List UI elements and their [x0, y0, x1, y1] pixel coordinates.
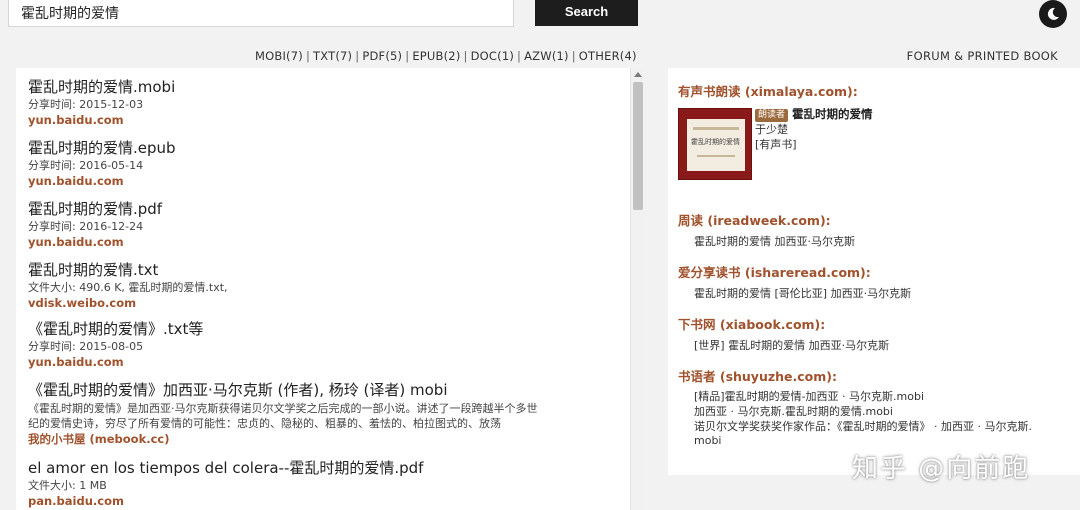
moon-icon [1047, 7, 1059, 20]
xiabook-item[interactable]: [世界] 霍乱时期的爱情 加西亚·马尔克斯 [694, 339, 889, 353]
result-title[interactable]: 《霍乱时期的爱情》.txt等 [28, 320, 203, 338]
result-item[interactable]: 《霍乱时期的爱情》加西亚·马尔克斯 (作者), 杨玲 (译者) mobi 《霍乱… [28, 381, 538, 446]
ireadweek-heading[interactable]: 周读 (ireadweek.com): [678, 210, 831, 229]
filter-doc[interactable]: DOC(1) [471, 49, 514, 63]
ireadweek-item[interactable]: 霍乱时期的爱情 加西亚·马尔克斯 [694, 235, 855, 249]
audiobook-title[interactable]: 霍乱时期的爱情 [792, 107, 873, 121]
shuyuzhe-item[interactable]: mobi [694, 434, 721, 448]
search-input[interactable] [8, 0, 514, 27]
result-title[interactable]: el amor en los tiempos del colera--霍乱时期的… [28, 459, 423, 477]
result-meta: 文件大小: 490.6 K, 霍乱时期的爱情.txt, [28, 281, 228, 294]
result-item[interactable]: 霍乱时期的爱情.pdf 分享时间: 2016-12-24 yun.baidu.c… [28, 200, 162, 249]
sidebar-panel: 有声书朗读 (ximalaya.com): 霍乱时期的爱情 朗读者 霍乱时期的爱情… [668, 68, 1080, 475]
filter-other[interactable]: OTHER(4) [579, 49, 637, 63]
result-item[interactable]: 《霍乱时期的爱情》.txt等 分享时间: 2015-08-05 yun.baid… [28, 320, 203, 369]
audiobook-info: 朗读者 霍乱时期的爱情 于少楚 [有声书] [755, 107, 873, 152]
audiobook-tag: [有声书] [755, 138, 797, 151]
zhihu-watermark: 知乎 @向前跑 [852, 454, 1031, 484]
book-cover-image[interactable]: 霍乱时期的爱情 [678, 108, 752, 180]
result-source[interactable]: yun.baidu.com [28, 355, 203, 369]
shuyuzhe-item[interactable]: 诺贝尔文学奖获奖作家作品：《霍乱时期的爱情》 · 加西亚 · 马尔克斯. [694, 420, 1032, 434]
result-source[interactable]: yun.baidu.com [28, 113, 175, 127]
filter-pdf[interactable]: PDF(5) [362, 49, 402, 63]
scroll-up-arrow-icon[interactable] [634, 72, 642, 77]
dark-mode-toggle[interactable] [1039, 0, 1067, 28]
ishareread-heading[interactable]: 爱分享读书 (ishareread.com): [678, 262, 871, 281]
shuyuzhe-item[interactable]: [精品]霍乱时期的爱情-加西亚 · 马尔克斯.mobi [694, 390, 924, 404]
results-scrollbar[interactable] [630, 68, 644, 510]
result-source[interactable]: pan.baidu.com [28, 494, 423, 508]
xiabook-heading[interactable]: 下书网 (xiabook.com): [678, 314, 825, 333]
result-item[interactable]: 霍乱时期的爱情.mobi 分享时间: 2015-12-03 yun.baidu.… [28, 78, 175, 127]
narrator-badge: 朗读者 [755, 109, 789, 122]
result-item[interactable]: el amor en los tiempos del colera--霍乱时期的… [28, 459, 423, 508]
filter-epub[interactable]: EPUB(2) [412, 49, 460, 63]
result-item[interactable]: 霍乱时期的爱情.txt 文件大小: 490.6 K, 霍乱时期的爱情.txt, … [28, 261, 228, 310]
top-bar: Search [0, 0, 1080, 40]
result-source[interactable]: vdisk.weibo.com [28, 296, 228, 310]
result-title[interactable]: 霍乱时期的爱情.txt [28, 261, 228, 279]
result-source[interactable]: yun.baidu.com [28, 174, 176, 188]
forum-printed-book-link[interactable]: FORUM & PRINTED BOOK [907, 49, 1058, 63]
result-title[interactable]: 《霍乱时期的爱情》加西亚·马尔克斯 (作者), 杨玲 (译者) mobi [28, 381, 538, 399]
filter-mobi[interactable]: MOBI(7) [255, 49, 303, 63]
result-meta: 分享时间: 2016-05-14 [28, 159, 144, 172]
scroll-thumb[interactable] [633, 82, 643, 210]
result-title[interactable]: 霍乱时期的爱情.epub [28, 139, 176, 157]
format-filter-bar: MOBI(7) | TXT(7) | PDF(5) | EPUB(2) | DOC(1) | AZW… [255, 49, 637, 63]
ximalaya-heading[interactable]: 有声书朗读 (ximalaya.com): [678, 81, 858, 100]
result-title[interactable]: 霍乱时期的爱情.mobi [28, 78, 175, 96]
audiobook-narrator: 于少楚 [755, 123, 788, 136]
cover-title: 霍乱时期的爱情 [691, 138, 740, 146]
result-meta: 分享时间: 2015-12-03 [28, 98, 144, 111]
result-title[interactable]: 霍乱时期的爱情.pdf [28, 200, 162, 218]
result-source[interactable]: yun.baidu.com [28, 235, 162, 249]
shuyuzhe-item[interactable]: 加西亚 · 马尔克斯.霍乱时期的爱情.mobi [694, 405, 893, 419]
filter-azw[interactable]: AZW(1) [524, 49, 569, 63]
results-panel: 霍乱时期的爱情.mobi 分享时间: 2015-12-03 yun.baidu.… [16, 68, 644, 510]
search-button[interactable]: Search [535, 0, 638, 26]
result-description: 《霍乱时期的爱情》是加西亚·马尔克斯获得诺贝尔文学奖之后完成的一部小说。讲述了一… [28, 402, 538, 430]
result-source[interactable]: 我的小书屋 (mebook.cc) [28, 432, 538, 446]
result-item[interactable]: 霍乱时期的爱情.epub 分享时间: 2016-05-14 yun.baidu.… [28, 139, 176, 188]
result-meta: 文件大小: 1 MB [28, 479, 107, 492]
result-meta: 分享时间: 2016-12-24 [28, 220, 144, 233]
result-meta: 分享时间: 2015-08-05 [28, 340, 144, 353]
ishareread-item[interactable]: 霍乱时期的爱情 [哥伦比亚] 加西亚·马尔克斯 [694, 287, 911, 301]
filter-txt[interactable]: TXT(7) [313, 49, 352, 63]
shuyuzhe-heading[interactable]: 书语者 (shuyuzhe.com): [678, 366, 837, 385]
